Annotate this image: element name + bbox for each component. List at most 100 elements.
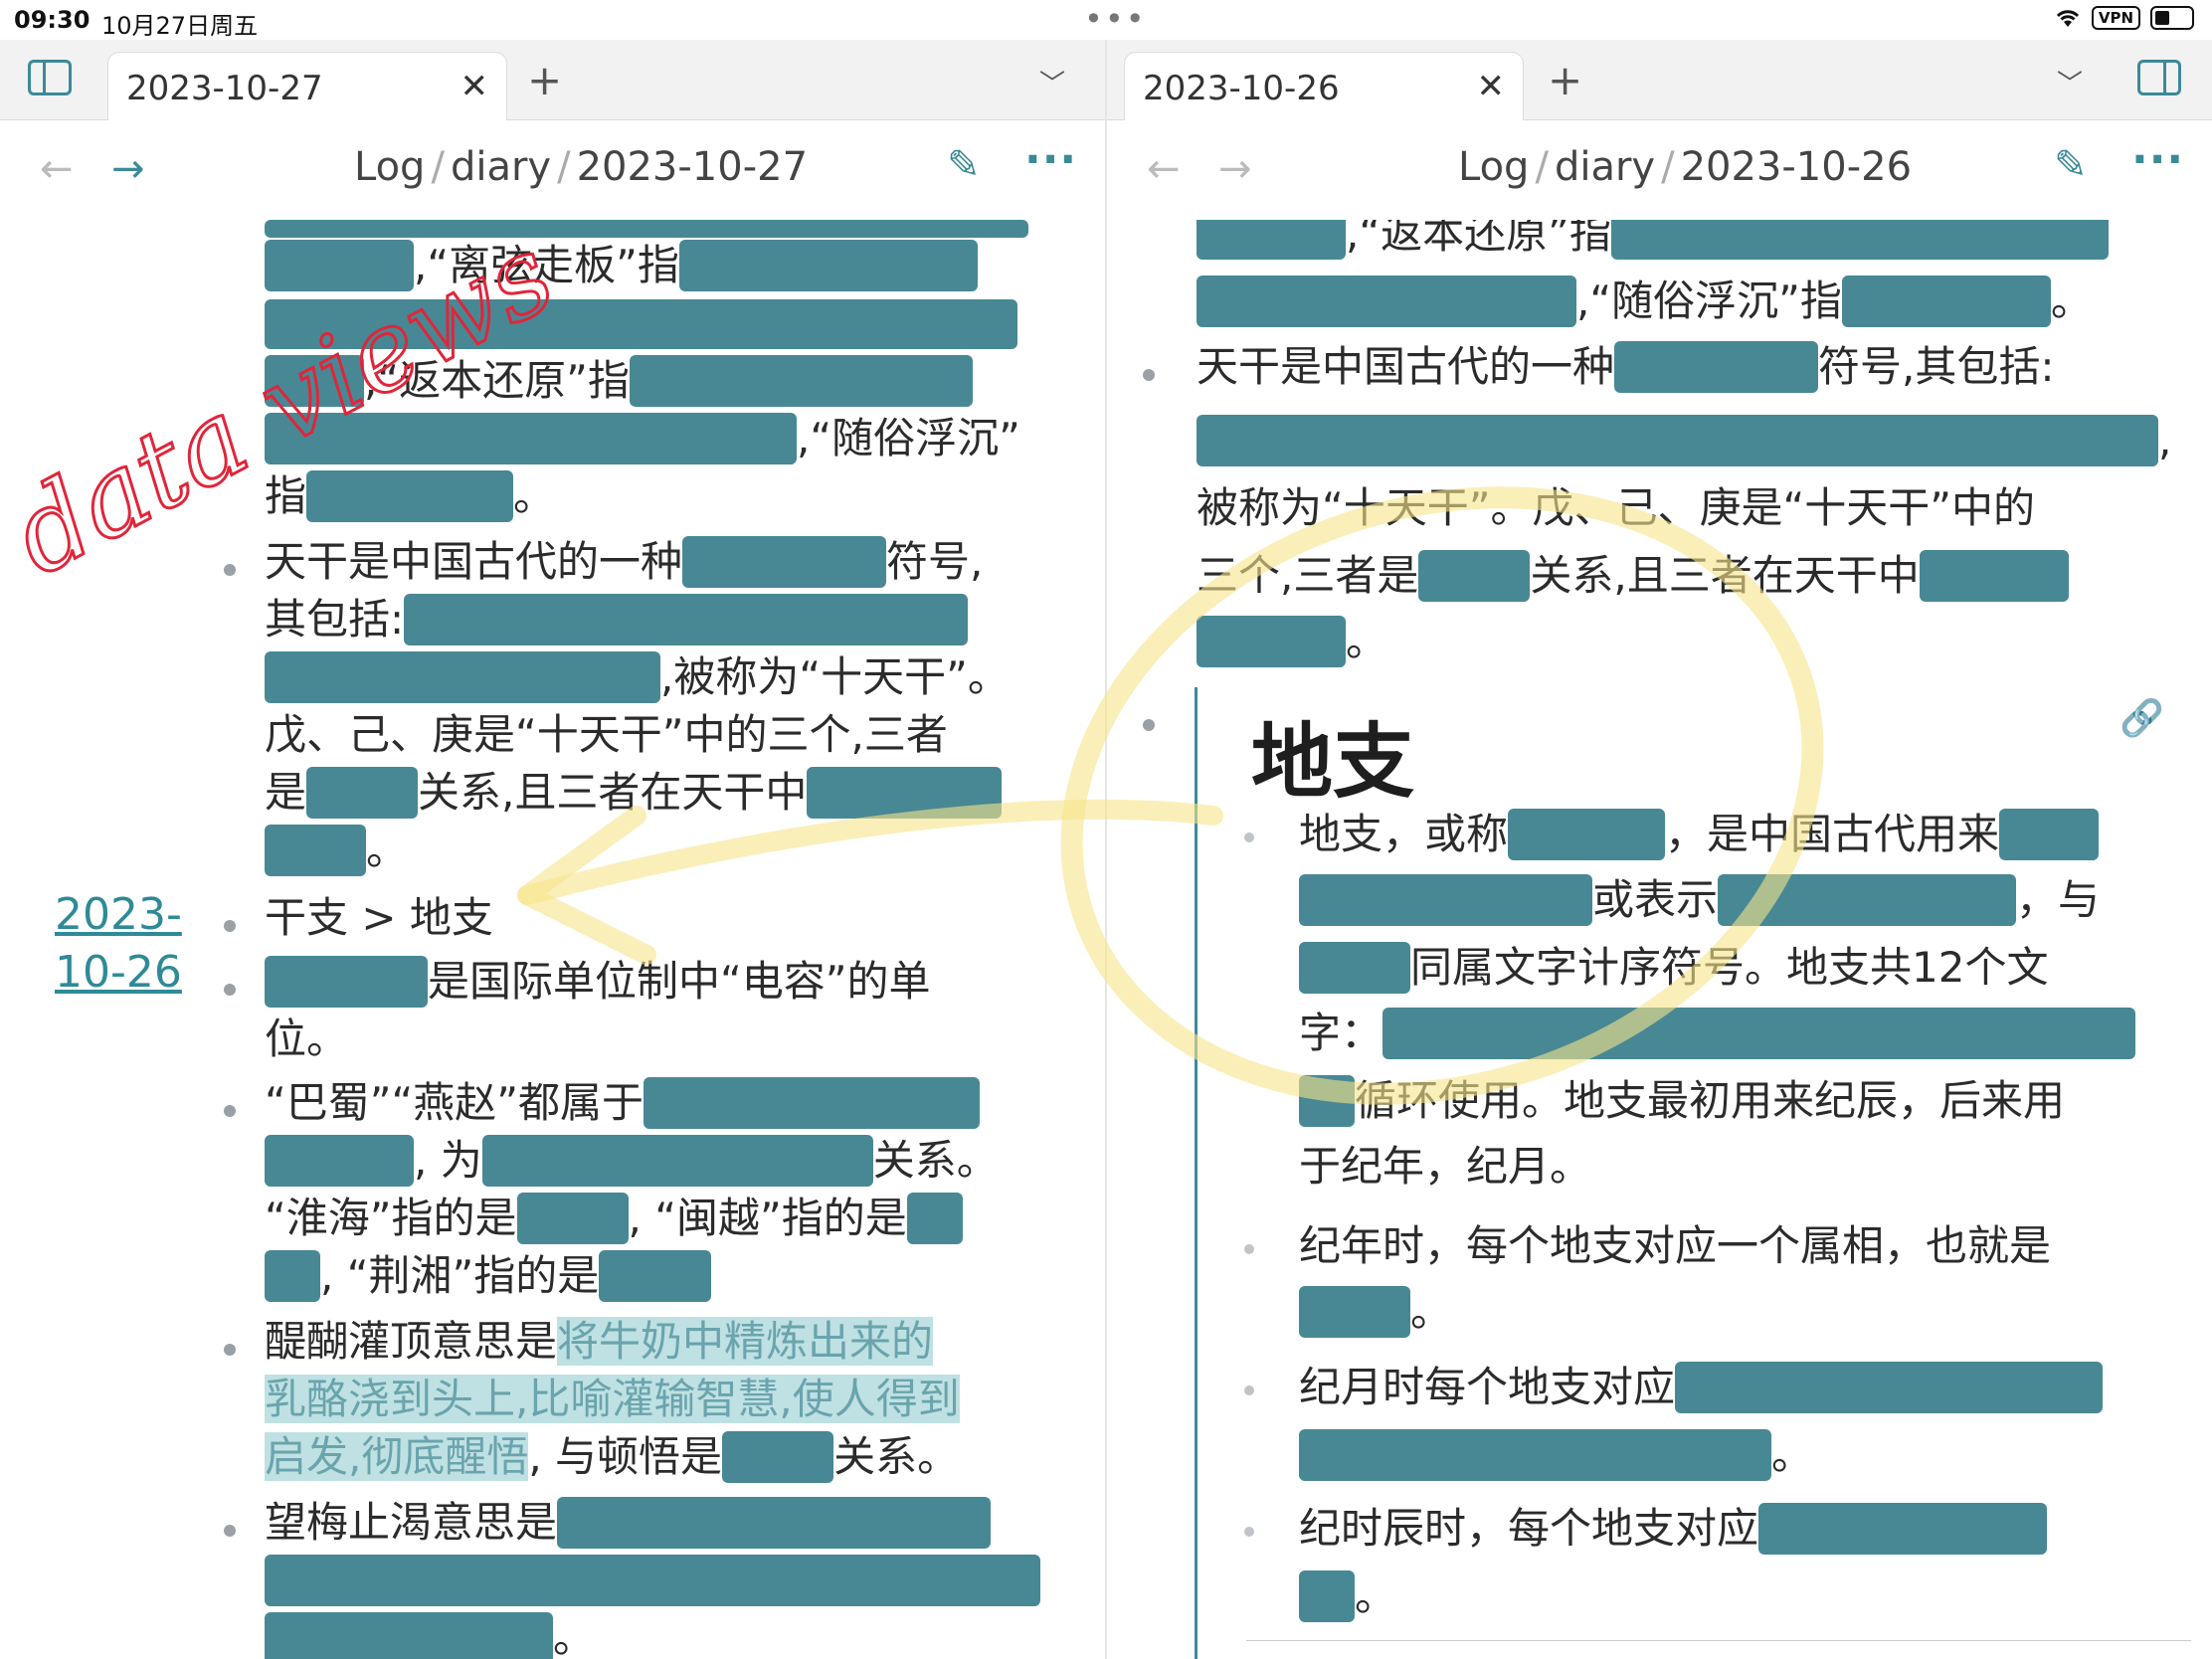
text: “巴蜀”“燕赵”都属于 bbox=[265, 1078, 645, 1127]
breadcrumb-note[interactable]: 2023-10-26 bbox=[1681, 144, 1912, 190]
status-date: 10月27日周五 bbox=[101, 12, 259, 40]
link-text[interactable]: 干支 > 地支 bbox=[265, 893, 493, 942]
cloze-block[interactable] bbox=[1508, 809, 1666, 860]
cloze-block[interactable] bbox=[644, 1077, 981, 1129]
text: 醍醐灌顶意思是 bbox=[265, 1317, 558, 1366]
breadcrumb-diary[interactable]: diary bbox=[451, 144, 551, 190]
cloze-block[interactable] bbox=[265, 825, 366, 876]
right-tab-bar: 2023-10-26 ✕ + ﹀ bbox=[1107, 40, 2212, 120]
cloze-block[interactable] bbox=[678, 240, 978, 291]
revealed-cloze[interactable]: 启发,彻底醒悟 bbox=[265, 1432, 529, 1481]
edit-pencil-icon[interactable]: ✎ bbox=[947, 142, 981, 188]
back-arrow-icon[interactable]: ← bbox=[1147, 146, 1181, 192]
block-indent-guide bbox=[1195, 687, 1198, 1659]
left-sidebar-toggle-icon[interactable] bbox=[28, 60, 72, 95]
cloze-block[interactable] bbox=[265, 299, 1017, 349]
cloze-block[interactable] bbox=[1299, 1429, 1771, 1481]
cloze-block[interactable] bbox=[265, 1612, 553, 1659]
backlink-line: 2023- bbox=[55, 889, 182, 940]
cloze-block[interactable] bbox=[265, 220, 1028, 238]
cloze-block[interactable] bbox=[306, 767, 419, 819]
cloze-block[interactable] bbox=[1197, 220, 1346, 260]
cloze-block[interactable] bbox=[1197, 276, 1576, 327]
cloze-block[interactable] bbox=[1718, 874, 2017, 926]
edit-pencil-icon[interactable]: ✎ bbox=[2054, 142, 2088, 188]
cloze-block[interactable] bbox=[557, 1497, 992, 1549]
more-options-icon[interactable]: ··· bbox=[1024, 134, 1077, 185]
cloze-block[interactable] bbox=[516, 1193, 629, 1244]
new-tab-plus-icon[interactable]: + bbox=[1548, 56, 1582, 104]
cloze-block[interactable] bbox=[1299, 1286, 1410, 1338]
forward-arrow-icon[interactable]: → bbox=[1218, 146, 1252, 192]
note-line: 启发,彻底醒悟, 与顿悟是 关系。 bbox=[265, 1431, 959, 1483]
bullet bbox=[224, 984, 236, 996]
revealed-cloze[interactable]: 将牛奶中精炼出来的 bbox=[557, 1317, 934, 1366]
tab-list-chevron-down-icon[interactable]: ﹀ bbox=[1039, 64, 1065, 100]
revealed-cloze[interactable]: 乳酪浇到头上,比喻灌输智慧,使人得到 bbox=[265, 1375, 960, 1423]
cloze-block[interactable] bbox=[1382, 1008, 2136, 1059]
right-note-content[interactable]: ,“返本还原”指 ,“随俗浮沉”指。 天干是中国古代的一种 符号,其包括: , 被… bbox=[1107, 220, 2212, 1659]
cloze-block[interactable] bbox=[265, 956, 428, 1008]
cloze-block[interactable] bbox=[1299, 1075, 1355, 1127]
cloze-block[interactable] bbox=[265, 1250, 320, 1302]
breadcrumb-note[interactable]: 2023-10-27 bbox=[577, 144, 808, 190]
cloze-block[interactable] bbox=[265, 240, 414, 291]
cloze-block[interactable] bbox=[265, 1135, 414, 1187]
cloze-block[interactable] bbox=[1418, 550, 1531, 602]
cloze-block[interactable] bbox=[906, 1193, 963, 1244]
right-sidebar-toggle-icon[interactable] bbox=[2137, 60, 2181, 95]
tab-2023-10-27[interactable]: 2023-10-27 ✕ bbox=[107, 52, 507, 120]
cloze-block[interactable] bbox=[1197, 415, 2158, 466]
cloze-block[interactable] bbox=[404, 594, 969, 645]
cloze-block[interactable] bbox=[265, 355, 364, 407]
multitask-dots-icon[interactable]: ••• bbox=[1084, 0, 1147, 38]
cloze-block[interactable] bbox=[629, 355, 973, 407]
cloze-block[interactable] bbox=[265, 1555, 1040, 1606]
tab-close-icon[interactable]: ✕ bbox=[461, 67, 489, 106]
cloze-block[interactable] bbox=[1999, 809, 2100, 860]
cloze-block[interactable] bbox=[306, 470, 514, 522]
note-line: 三个,三者是 关系,且三者在天干中 bbox=[1197, 550, 2069, 602]
more-options-icon[interactable]: ··· bbox=[2131, 134, 2184, 185]
cloze-block[interactable] bbox=[1299, 1570, 1355, 1622]
cloze-block[interactable] bbox=[1299, 942, 1410, 994]
cloze-block[interactable] bbox=[265, 651, 660, 703]
cloze-block[interactable] bbox=[807, 767, 1003, 819]
cloze-block[interactable] bbox=[1299, 874, 1592, 926]
back-arrow-icon[interactable]: ← bbox=[40, 146, 74, 192]
cloze-block[interactable] bbox=[481, 1135, 873, 1187]
note-line: 被称为“十天干”。戊、己、庚是“十天干”中的 bbox=[1197, 482, 2035, 534]
breadcrumb-diary[interactable]: diary bbox=[1555, 144, 1655, 190]
cloze-block[interactable] bbox=[1197, 616, 1346, 667]
text: 纪时辰时，每个地支对应 bbox=[1299, 1504, 1759, 1553]
breadcrumb-log[interactable]: Log bbox=[1458, 144, 1529, 190]
cloze-block[interactable] bbox=[1758, 1503, 2048, 1555]
breadcrumb-log[interactable]: Log bbox=[354, 144, 425, 190]
note-line: 同属文字计序符号。地支共12个文 bbox=[1299, 942, 2048, 994]
backlink-2023-10-26[interactable]: 2023- 10-26 bbox=[55, 886, 182, 1002]
link-icon[interactable]: 🔗 bbox=[2120, 697, 2164, 739]
cloze-block[interactable] bbox=[599, 1250, 712, 1302]
status-time: 09:30 bbox=[14, 6, 91, 34]
text: 。 bbox=[553, 1613, 596, 1659]
cloze-block[interactable] bbox=[1919, 550, 2069, 602]
left-note-content[interactable]: 2023- 10-26 ,“离弦走板”指 ,“返本还原”指 ,“随俗浮沉” 指。… bbox=[0, 220, 1105, 1659]
tab-2023-10-26[interactable]: 2023-10-26 ✕ bbox=[1124, 52, 1524, 120]
cloze-block[interactable] bbox=[265, 413, 797, 464]
cloze-block[interactable] bbox=[682, 536, 887, 588]
text: 或表示 bbox=[1592, 875, 1719, 924]
note-line: 其包括: bbox=[265, 594, 969, 645]
cloze-block[interactable] bbox=[1610, 220, 2109, 260]
cloze-block[interactable] bbox=[722, 1431, 834, 1483]
cloze-block[interactable] bbox=[1841, 276, 2051, 327]
battery-icon bbox=[2150, 6, 2194, 30]
cloze-block[interactable] bbox=[1675, 1362, 2104, 1413]
tab-list-chevron-down-icon[interactable]: ﹀ bbox=[2057, 64, 2083, 100]
bullet bbox=[1244, 1244, 1254, 1254]
new-tab-plus-icon[interactable]: + bbox=[527, 56, 562, 104]
cloze-block[interactable] bbox=[1614, 341, 1819, 393]
text: , 为 bbox=[414, 1136, 482, 1185]
note-line: 天干是中国古代的一种 符号,其包括: bbox=[1197, 341, 2055, 393]
tab-close-icon[interactable]: ✕ bbox=[1477, 67, 1506, 106]
forward-arrow-icon[interactable]: → bbox=[111, 146, 145, 192]
